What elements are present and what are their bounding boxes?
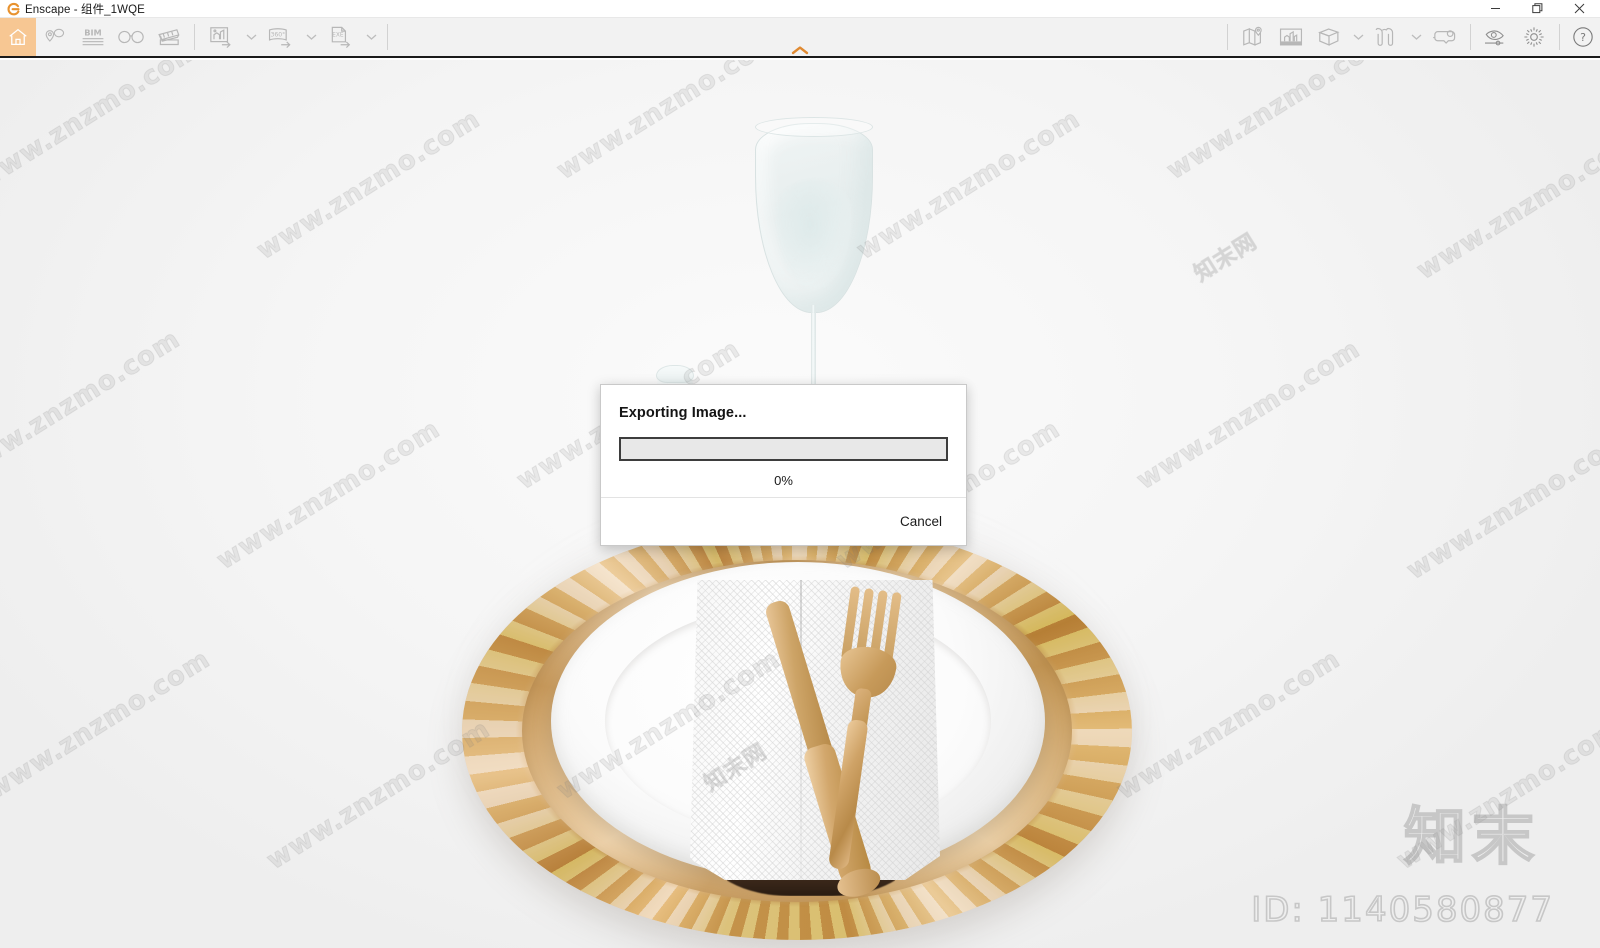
export-progress-bar — [619, 437, 948, 461]
minimize-icon[interactable] — [1474, 0, 1516, 18]
enscape-logo-icon — [5, 2, 21, 16]
dialog-footer: Cancel — [601, 497, 966, 545]
svg-text:360°: 360° — [271, 30, 286, 38]
title-bar: Enscape - 组件_1WQE — [0, 0, 1600, 18]
dialog-title: Exporting Image... — [619, 405, 747, 421]
svg-text:EXE: EXE — [332, 33, 344, 39]
exporting-image-dialog: Exporting Image... 0% Cancel — [600, 384, 967, 546]
main-toolbar: BIM 360° EXE ? — [0, 18, 1600, 58]
wine-glass-object — [748, 105, 880, 415]
export-progress-percent: 0% — [774, 473, 793, 488]
toolbar-collapse-button[interactable] — [0, 42, 1600, 56]
dialog-body: Exporting Image... 0% — [601, 385, 966, 497]
restore-icon[interactable] — [1516, 0, 1558, 18]
cancel-button[interactable]: Cancel — [894, 510, 948, 533]
window-title: Enscape - 组件_1WQE — [25, 3, 145, 16]
window-controls — [1474, 0, 1600, 18]
svg-text:BIM: BIM — [84, 27, 102, 37]
close-icon[interactable] — [1558, 0, 1600, 18]
